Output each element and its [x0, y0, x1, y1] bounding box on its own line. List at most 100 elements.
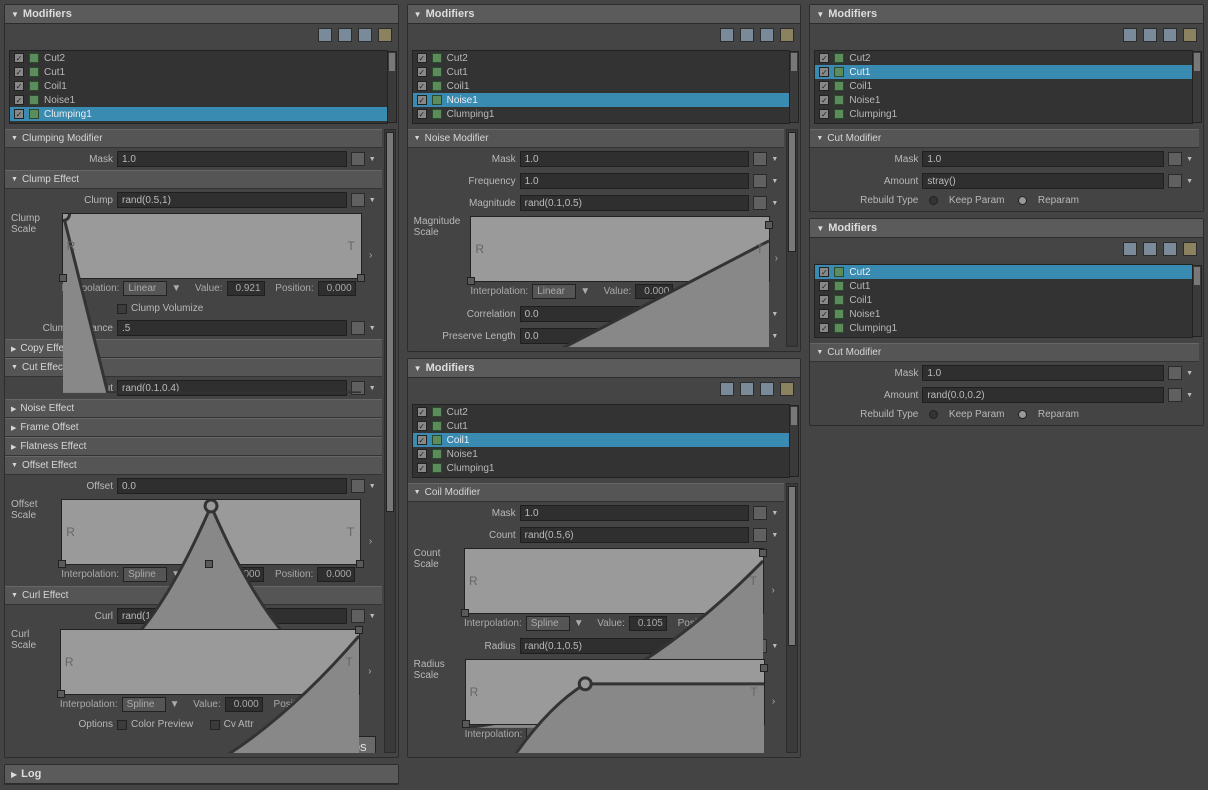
modifier-list[interactable]: ✓Cut2✓Cut1✓Coil1✓Noise1✓Clumping1 [814, 50, 1193, 124]
map-icon[interactable] [1168, 366, 1182, 380]
enable-checkbox[interactable]: ✓ [417, 435, 427, 445]
enable-checkbox[interactable]: ✓ [819, 67, 829, 77]
panel-header-modifiers[interactable]: ▼Modifiers [408, 5, 801, 24]
mask-input[interactable] [520, 505, 750, 521]
enable-checkbox[interactable]: ✓ [819, 323, 829, 333]
map-icon[interactable] [351, 152, 365, 166]
list-item[interactable]: ✓Coil1 [10, 79, 387, 93]
list-item[interactable]: ✓Noise1 [815, 307, 1192, 321]
enable-checkbox[interactable]: ✓ [819, 295, 829, 305]
expand-icon[interactable]: › [768, 585, 778, 596]
offset-scale-graph[interactable]: RT [61, 499, 361, 565]
section-cut-modifier[interactable]: ▼Cut Modifier [810, 343, 1199, 362]
dropdown-icon[interactable]: ▼ [369, 197, 376, 204]
list-item[interactable]: ✓Cut1 [10, 65, 387, 79]
modifier-list[interactable]: ✓Cut2✓Cut1✓Coil1✓Noise1✓Clumping1 [412, 404, 791, 478]
section-frame-offset[interactable]: ▶Frame Offset [5, 418, 382, 437]
mask-input[interactable] [520, 151, 750, 167]
folder-icon[interactable] [780, 382, 794, 396]
enable-checkbox[interactable]: ✓ [14, 67, 24, 77]
dropdown-icon[interactable]: ▼ [369, 483, 376, 490]
list-item[interactable]: ✓Coil1 [413, 433, 790, 447]
tool-icon[interactable] [1163, 28, 1177, 42]
dropdown-icon[interactable]: ▼ [369, 385, 376, 392]
list-item[interactable]: ✓Noise1 [10, 93, 387, 107]
map-icon[interactable] [1168, 152, 1182, 166]
enable-checkbox[interactable]: ✓ [417, 53, 427, 63]
modifier-list[interactable]: ✓Cut2✓Cut1✓Coil1✓Noise1✓Clumping1 [9, 50, 388, 124]
list-item[interactable]: ✓Coil1 [413, 79, 790, 93]
section-flatness-effect[interactable]: ▶Flatness Effect [5, 437, 382, 456]
list-item[interactable]: ✓Clumping1 [815, 321, 1192, 335]
enable-checkbox[interactable]: ✓ [417, 67, 427, 77]
map-icon[interactable] [351, 479, 365, 493]
enable-checkbox[interactable]: ✓ [417, 109, 427, 119]
enable-checkbox[interactable]: ✓ [417, 95, 427, 105]
dropdown-icon[interactable]: ▼ [1186, 392, 1193, 399]
map-icon[interactable] [351, 193, 365, 207]
list-item[interactable]: ✓Cut2 [10, 51, 387, 65]
folder-icon[interactable] [1183, 242, 1197, 256]
folder-icon[interactable] [780, 28, 794, 42]
dropdown-icon[interactable]: ▼ [369, 613, 376, 620]
scrollbar-thumb[interactable] [788, 486, 796, 646]
keep-param-radio[interactable] [929, 410, 938, 419]
scrollbar-thumb[interactable] [791, 407, 797, 425]
list-item[interactable]: ✓Coil1 [815, 79, 1192, 93]
list-item[interactable]: ✓Cut2 [413, 51, 790, 65]
scrollbar-thumb[interactable] [788, 132, 796, 252]
mask-input[interactable] [922, 151, 1164, 167]
dropdown-icon[interactable]: ▼ [369, 325, 376, 332]
offset-input[interactable] [117, 478, 347, 494]
enable-checkbox[interactable]: ✓ [819, 267, 829, 277]
map-icon[interactable] [753, 506, 767, 520]
magnitude-input[interactable] [520, 195, 750, 211]
amount-input[interactable] [922, 173, 1164, 189]
enable-checkbox[interactable]: ✓ [819, 81, 829, 91]
enable-checkbox[interactable]: ✓ [417, 463, 427, 473]
folder-icon[interactable] [1183, 28, 1197, 42]
enable-checkbox[interactable]: ✓ [417, 421, 427, 431]
enable-checkbox[interactable]: ✓ [14, 95, 24, 105]
dropdown-icon[interactable]: ▼ [771, 643, 778, 650]
map-icon[interactable] [1168, 388, 1182, 402]
tool-icon[interactable] [760, 28, 774, 42]
scrollbar-thumb[interactable] [389, 53, 395, 71]
enable-checkbox[interactable]: ✓ [819, 309, 829, 319]
tool-icon[interactable] [1123, 28, 1137, 42]
tool-icon[interactable] [1143, 28, 1157, 42]
folder-icon[interactable] [378, 28, 392, 42]
clump-scale-graph[interactable]: RT [62, 213, 362, 279]
map-icon[interactable] [753, 196, 767, 210]
scrollbar-thumb[interactable] [1194, 53, 1200, 71]
dropdown-icon[interactable]: ▼ [771, 156, 778, 163]
dropdown-icon[interactable]: ▼ [771, 532, 778, 539]
list-item[interactable]: ✓Cut1 [815, 279, 1192, 293]
list-item[interactable]: ✓Cut1 [413, 419, 790, 433]
count-input[interactable] [520, 527, 750, 543]
list-item[interactable]: ✓Cut2 [413, 405, 790, 419]
list-item[interactable]: ✓Coil1 [815, 293, 1192, 307]
tool-icon[interactable] [760, 382, 774, 396]
list-item[interactable]: ✓Cut1 [413, 65, 790, 79]
curl-scale-graph[interactable]: RT [60, 629, 360, 695]
dropdown-icon[interactable]: ▼ [771, 510, 778, 517]
tool-icon[interactable] [1163, 242, 1177, 256]
panel-header-modifiers[interactable]: ▼Modifiers [810, 5, 1203, 24]
dropdown-icon[interactable]: ▼ [771, 311, 778, 318]
expand-icon[interactable]: › [769, 696, 779, 707]
dropdown-icon[interactable]: ▼ [1186, 156, 1193, 163]
list-item[interactable]: ✓Cut2 [815, 265, 1192, 279]
tool-icon[interactable] [740, 382, 754, 396]
list-item[interactable]: ✓Clumping1 [815, 107, 1192, 121]
enable-checkbox[interactable]: ✓ [819, 109, 829, 119]
list-item[interactable]: ✓Clumping1 [413, 461, 790, 475]
dropdown-icon[interactable]: ▼ [771, 178, 778, 185]
scrollbar-thumb[interactable] [791, 53, 797, 71]
modifier-list[interactable]: ✓Cut2✓Cut1✓Coil1✓Noise1✓Clumping1 [412, 50, 791, 124]
amount-input[interactable] [922, 387, 1164, 403]
list-item[interactable]: ✓Clumping1 [10, 107, 387, 121]
tool-icon[interactable] [720, 382, 734, 396]
magnitude-scale-graph[interactable]: RT [470, 216, 770, 282]
enable-checkbox[interactable]: ✓ [417, 449, 427, 459]
